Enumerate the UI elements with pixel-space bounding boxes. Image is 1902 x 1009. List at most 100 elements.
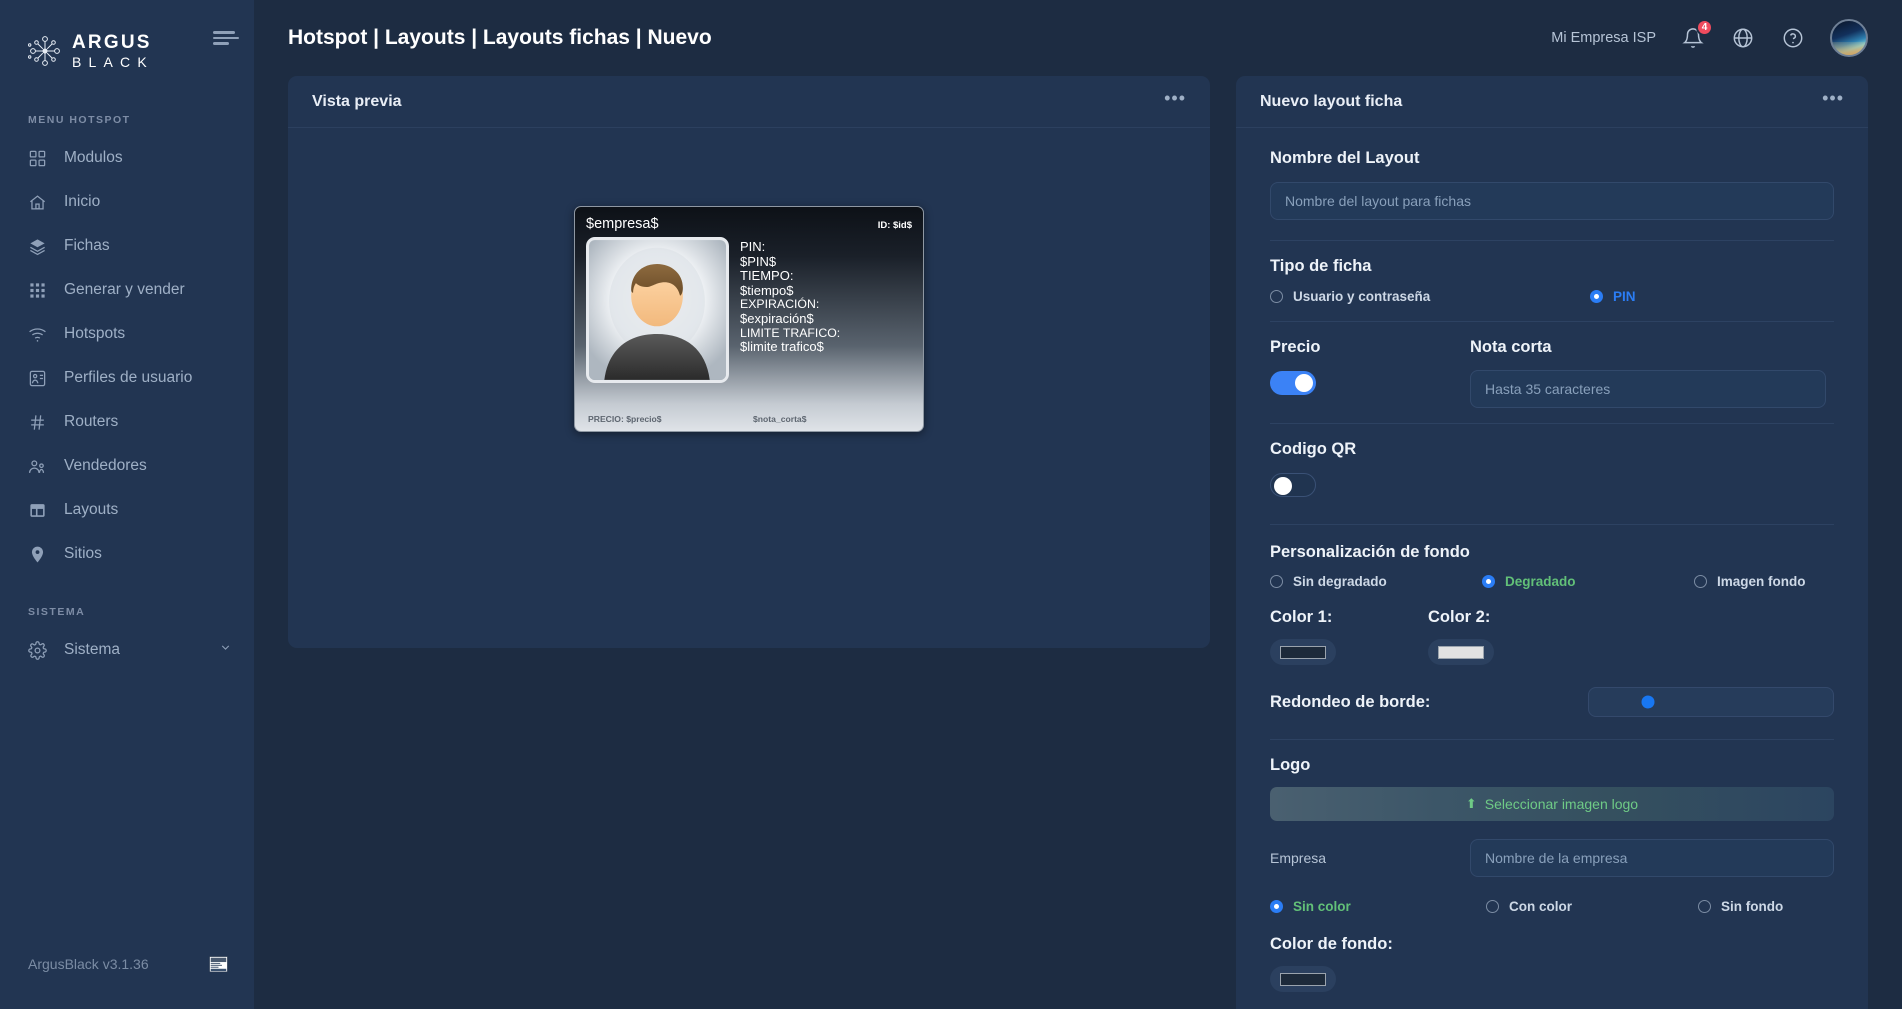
preview-panel-header: Vista previa ••• (288, 76, 1210, 128)
sidebar-item-label: Sistema (64, 641, 120, 658)
bell-icon[interactable]: 4 (1680, 19, 1713, 51)
upload-icon: ⬆ (1465, 796, 1477, 811)
sidebar-item-inicio[interactable]: Inicio (0, 180, 254, 224)
ticket-field: LIMITE TRAFICO: $limite trafico$ (740, 325, 841, 355)
app-root: ARGUS BLACK MENU HOTSPOT Modulos Inicio … (0, 0, 1902, 1009)
field-tipo-ficha: Tipo de ficha Usuario y contraseña PIN (1270, 241, 1834, 304)
sidebar-item-vendedores[interactable]: Vendedores (0, 444, 254, 488)
sidebar-item-sistema[interactable]: Sistema (0, 628, 254, 672)
radio-sin-degradado[interactable]: Sin degradado (1270, 574, 1482, 589)
field-logo: Logo ⬆ Seleccionar imagen logo (1270, 740, 1834, 821)
codigo-qr-toggle[interactable] (1270, 473, 1316, 497)
ticket-note-placeholder: $nota_corta$ (753, 414, 807, 424)
preview-panel: Vista previa ••• $empresa$ ID: $id$ PIN:… (288, 76, 1210, 648)
tipo-ficha-label: Tipo de ficha (1270, 257, 1372, 275)
grid-icon (28, 149, 47, 168)
form-panel-menu-icon[interactable]: ••• (1822, 89, 1844, 115)
radio-degradado[interactable]: Degradado (1482, 574, 1694, 589)
radio-label: Degradado (1505, 574, 1576, 589)
radio-dot-icon (1590, 290, 1603, 303)
personalizacion-fondo-label: Personalización de fondo (1270, 543, 1470, 561)
hamburger-icon[interactable] (198, 0, 254, 76)
nota-corta-input[interactable] (1470, 370, 1826, 408)
sidebar-item-label: Inicio (64, 193, 101, 210)
preview-panel-title: Vista previa (312, 92, 402, 110)
users-icon (28, 457, 47, 476)
certificate-badge-icon[interactable] (209, 955, 228, 973)
radio-dot-icon (1486, 900, 1499, 913)
radio-imagen-fondo[interactable]: Imagen fondo (1694, 574, 1806, 589)
nombre-layout-label: Nombre del Layout (1270, 149, 1420, 167)
sidebar-footer: ArgusBlack v3.1.36 (0, 919, 254, 1009)
radio-label: Sin fondo (1721, 899, 1784, 914)
globe-icon[interactable] (1730, 25, 1756, 51)
preview-body: $empresa$ ID: $id$ PIN: $PIN$ TIEMPO: $t… (288, 128, 1210, 648)
home-icon (28, 193, 47, 212)
sidebar-item-perfiles-de-usuario[interactable]: Perfiles de usuario (0, 356, 254, 400)
field-color-de-fondo: Color de fondo: (1270, 914, 1834, 992)
field-nota-corta: Nota corta (1470, 338, 1834, 408)
wifi-icon (28, 325, 47, 344)
empresa-input[interactable] (1470, 839, 1834, 877)
radio-label: Usuario y contraseña (1293, 289, 1431, 304)
hash-icon (28, 413, 47, 432)
color-2-swatch[interactable] (1428, 639, 1494, 665)
layout-icon (28, 501, 47, 520)
sidebar: ARGUS BLACK MENU HOTSPOT Modulos Inicio … (0, 0, 254, 1009)
ticket-field: PIN: $PIN$ (740, 239, 840, 269)
radio-pin[interactable]: PIN (1590, 289, 1636, 304)
color-de-fondo-swatch[interactable] (1270, 966, 1336, 992)
nota-corta-label: Nota corta (1470, 338, 1552, 356)
sidebar-item-fichas[interactable]: Fichas (0, 224, 254, 268)
radio-sin-color[interactable]: Sin color (1270, 899, 1486, 914)
redondeo-label: Redondeo de borde: (1270, 692, 1431, 711)
preview-panel-menu-icon[interactable]: ••• (1164, 89, 1186, 115)
slider-thumb[interactable] (1641, 695, 1655, 709)
ticket-company-placeholder: $empresa$ (586, 216, 659, 232)
redondeo-slider[interactable] (1588, 687, 1834, 717)
ticket-field-key: LIMITE TRAFICO: (740, 325, 841, 340)
ticket-field-value: $expiración$ (740, 310, 814, 326)
precio-label: Precio (1270, 338, 1321, 356)
sidebar-section-hotspot-label: MENU HOTSPOT (28, 114, 131, 126)
radio-label: Sin color (1293, 899, 1351, 914)
sidebar-item-modulos[interactable]: Modulos (0, 136, 254, 180)
gear-icon (28, 640, 47, 660)
codigo-qr-label: Codigo QR (1270, 440, 1357, 458)
question-circle-icon[interactable] (1780, 25, 1806, 51)
color-de-fondo-chip (1280, 972, 1326, 986)
sidebar-item-routers[interactable]: Routers (0, 400, 254, 444)
radio-dot-icon (1270, 575, 1283, 588)
brand-name-primary: ARGUS (72, 32, 152, 53)
color-1-swatch[interactable] (1270, 639, 1336, 665)
seleccionar-imagen-logo-button[interactable]: ⬆ Seleccionar imagen logo (1270, 787, 1834, 821)
content-area: Vista previa ••• $empresa$ ID: $id$ PIN:… (254, 76, 1902, 1009)
sidebar-item-label: Layouts (64, 501, 119, 518)
radio-label: Imagen fondo (1717, 574, 1806, 589)
precio-toggle[interactable] (1270, 371, 1316, 395)
field-codigo-qr: Codigo QR (1270, 424, 1834, 497)
ticket-id-placeholder: ID: $id$ (877, 220, 912, 231)
ticket-field: EXPIRACIÓN: $expiración$ (740, 297, 840, 326)
nombre-layout-input[interactable] (1270, 182, 1834, 220)
radio-sin-fondo[interactable]: Sin fondo (1698, 899, 1783, 914)
sidebar-item-label: Vendedores (64, 457, 147, 474)
user-avatar[interactable] (1830, 19, 1868, 57)
color-2-label: Color 2: (1428, 608, 1491, 626)
sidebar-item-sitios[interactable]: Sitios (0, 532, 254, 576)
radio-con-color[interactable]: Con color (1486, 899, 1698, 914)
field-color-1: Color 1: (1270, 608, 1428, 665)
form-panel-title: Nuevo layout ficha (1260, 92, 1403, 110)
sidebar-item-layouts[interactable]: Layouts (0, 488, 254, 532)
ticket-field-key: PIN: (740, 239, 766, 254)
radio-usuario-y-contrasena[interactable]: Usuario y contraseña (1270, 289, 1590, 304)
sidebar-item-label: Generar y vender (64, 281, 185, 298)
chevron-down-icon[interactable] (219, 641, 232, 659)
field-colors: Color 1: Color 2: (1270, 589, 1834, 665)
sidebar-section-sistema-label: SISTEMA (28, 606, 86, 618)
toggle-knob (1295, 374, 1313, 392)
sidebar-item-generar-y-vender[interactable]: Generar y vender (0, 268, 254, 312)
logo-label: Logo (1270, 756, 1311, 774)
radio-label: Sin degradado (1293, 574, 1387, 589)
sidebar-item-hotspots[interactable]: Hotspots (0, 312, 254, 356)
